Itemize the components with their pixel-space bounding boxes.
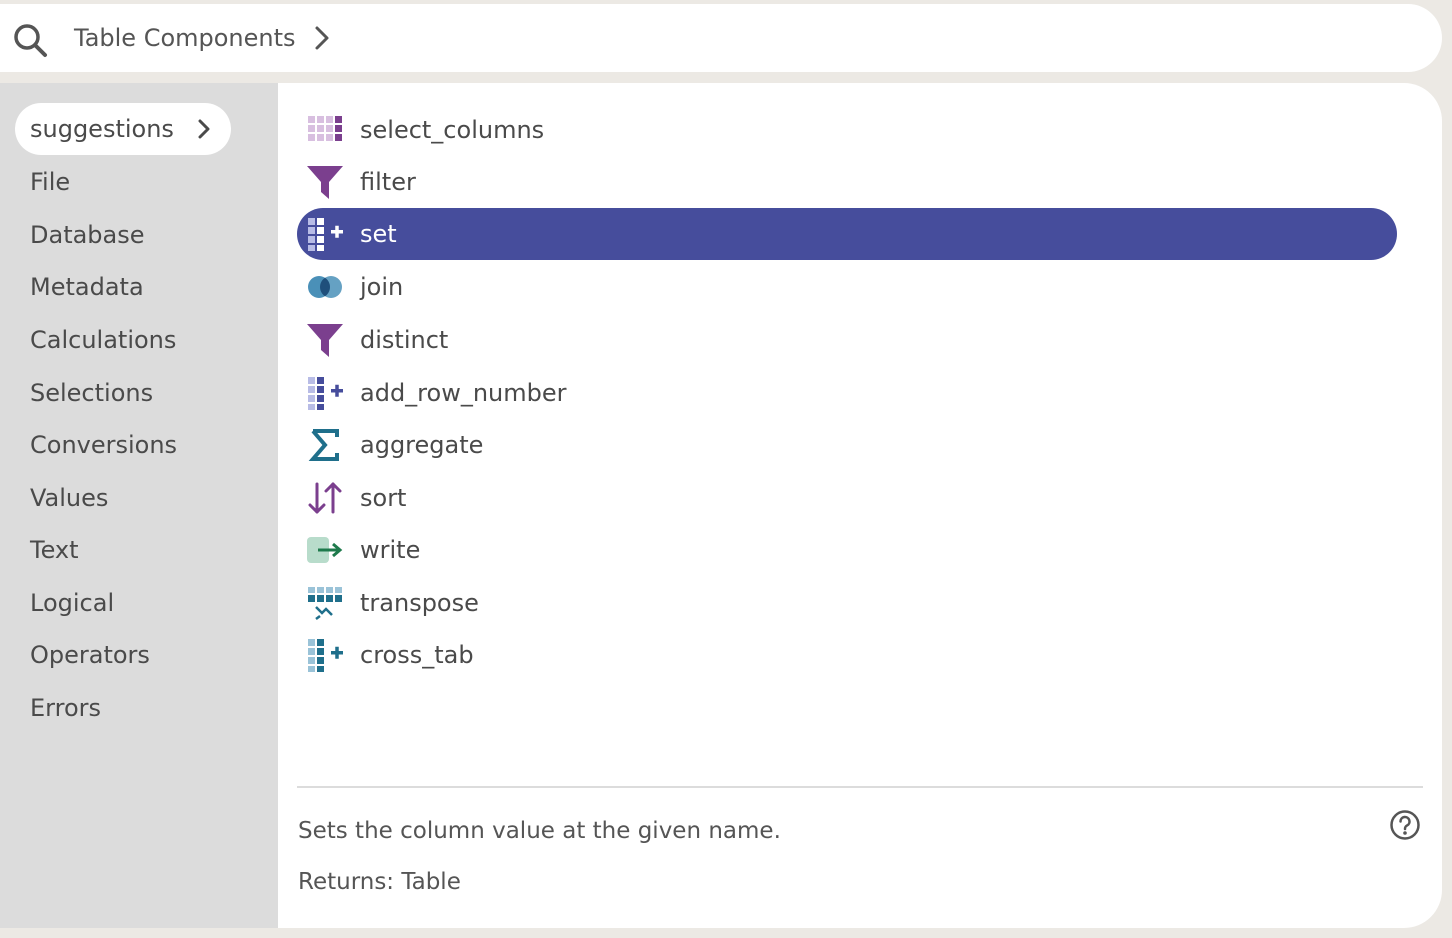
search-bar[interactable]: Table Components <box>0 4 1442 72</box>
sidebar-item-selections[interactable]: Selections <box>30 376 153 410</box>
list-item-label: aggregate <box>360 431 484 459</box>
help-icon[interactable] <box>1389 809 1421 841</box>
search-icon <box>14 24 47 57</box>
list-item-label: filter <box>360 168 416 196</box>
sidebar-item-database[interactable]: Database <box>30 218 145 252</box>
sidebar-item-file[interactable]: File <box>30 165 70 199</box>
list-item-select-columns[interactable]: select_columns <box>297 104 1397 156</box>
chevron-right-icon <box>198 119 210 139</box>
component-return-type: Returns: Table <box>298 869 461 895</box>
divider <box>297 786 1423 788</box>
list-item-label: transpose <box>360 589 479 617</box>
add-column-icon <box>308 218 343 251</box>
list-item-cross-tab[interactable]: cross_tab <box>297 629 1397 681</box>
filter-funnel-icon <box>307 324 343 357</box>
list-item-join[interactable]: join <box>297 261 1397 313</box>
sidebar-item-suggestions[interactable]: suggestions <box>15 103 231 155</box>
sidebar-item-logical[interactable]: Logical <box>30 586 114 620</box>
transpose-icon <box>308 587 342 620</box>
add-column-icon <box>308 377 343 410</box>
list-item-set[interactable]: set <box>297 208 1397 260</box>
sidebar-item-calculations[interactable]: Calculations <box>30 323 176 357</box>
list-item-label: set <box>360 220 397 248</box>
list-item-aggregate[interactable]: aggregate <box>297 419 1397 471</box>
sidebar-item-operators[interactable]: Operators <box>30 638 150 672</box>
sort-arrows-icon <box>308 482 342 514</box>
list-item-label: select_columns <box>360 116 545 144</box>
list-item-filter[interactable]: filter <box>297 156 1397 208</box>
list-item-label: sort <box>360 484 407 512</box>
list-item-label: write <box>360 536 421 564</box>
list-item-label: cross_tab <box>360 641 474 669</box>
breadcrumb[interactable]: Table Components <box>74 24 330 52</box>
sigma-icon <box>308 429 339 461</box>
list-item-sort[interactable]: sort <box>297 472 1397 524</box>
component-description: Sets the column value at the given name. <box>298 818 781 844</box>
select-columns-icon <box>308 116 342 141</box>
list-item-label: distinct <box>360 326 449 354</box>
list-item-label: join <box>360 273 404 301</box>
sidebar-item-conversions[interactable]: Conversions <box>30 428 177 462</box>
write-arrow-icon <box>307 537 343 563</box>
list-item-write[interactable]: write <box>297 524 1397 576</box>
sidebar-item-errors[interactable]: Errors <box>30 691 101 725</box>
sidebar-item-label: suggestions <box>30 115 174 143</box>
list-item-transpose[interactable]: transpose <box>297 577 1397 629</box>
join-circles-icon <box>308 276 342 298</box>
filter-funnel-icon <box>307 166 343 199</box>
chevron-right-icon <box>315 26 329 50</box>
category-sidebar: suggestions File Database Metadata Calcu… <box>0 83 278 928</box>
sidebar-item-metadata[interactable]: Metadata <box>30 270 144 304</box>
breadcrumb-label: Table Components <box>74 24 296 52</box>
list-item-label: add_row_number <box>360 379 567 407</box>
list-item-add-row-number[interactable]: add_row_number <box>297 367 1397 419</box>
add-column-icon <box>308 639 343 672</box>
sidebar-item-text[interactable]: Text <box>30 533 79 567</box>
sidebar-item-values[interactable]: Values <box>30 481 108 515</box>
component-panel: suggestions File Database Metadata Calcu… <box>0 83 1442 928</box>
list-item-distinct[interactable]: distinct <box>297 314 1397 366</box>
